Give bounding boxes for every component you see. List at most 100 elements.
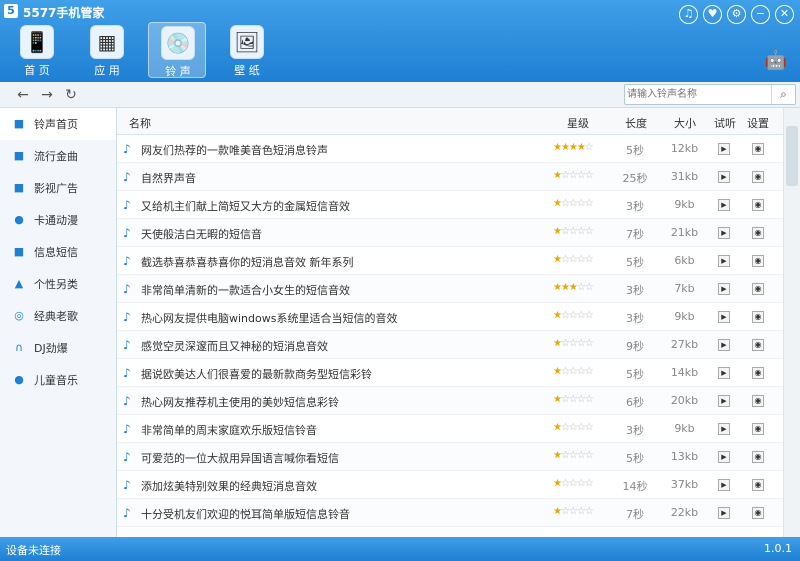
toolbar-item-label: 壁 纸 — [234, 64, 260, 77]
sidebar-item[interactable]: ■ 铃声首页 — [0, 108, 116, 140]
table-row[interactable]: ♪ 热心网友推荐机主使用的美妙短信息彩铃 ★☆☆☆☆ 6秒 20kb ▶ ◉ — [117, 387, 783, 415]
android-icon[interactable]: 🤖 — [762, 50, 790, 74]
settings-icon[interactable]: ⚙ — [727, 5, 746, 24]
set-ringtone-icon[interactable]: ◉ — [752, 367, 764, 379]
table-row[interactable]: ♪ 天使般洁白无暇的短信音 ★☆☆☆☆ 7秒 21kb ▶ ◉ — [117, 219, 783, 247]
table-row[interactable]: ♪ 可爱范的一位大叔用异国语言喊你看短信 ★☆☆☆☆ 5秒 13kb ▶ ◉ — [117, 443, 783, 471]
set-ringtone-icon[interactable]: ◉ — [752, 339, 764, 351]
set-ringtone-icon[interactable]: ◉ — [752, 311, 764, 323]
set-ringtone-icon[interactable]: ◉ — [752, 479, 764, 491]
set-ringtone-icon[interactable]: ◉ — [752, 395, 764, 407]
sidebar-item[interactable]: ∩ DJ劲爆 — [0, 332, 116, 364]
toolbar-item-1[interactable]: ▦ 应 用 — [78, 22, 136, 78]
table-row[interactable]: ♪ 热心网友提供电脑windows系统里适合当短信的音效 ★☆☆☆☆ 3秒 9kb ▶ ◉ — [117, 303, 783, 331]
table-row[interactable]: ♪ 非常简单清新的一款适合小女生的短信音效 ★★★☆☆ 3秒 7kb ▶ ◉ — [117, 275, 783, 303]
play-icon[interactable]: ▶ — [718, 255, 730, 267]
close-icon[interactable]: ✕ — [775, 5, 794, 24]
play-icon[interactable]: ▶ — [718, 451, 730, 463]
header-listen: 试听 — [714, 117, 736, 130]
play-icon[interactable]: ▶ — [718, 339, 730, 351]
play-icon[interactable]: ▶ — [718, 507, 730, 519]
table-row[interactable]: ♪ 截选恭喜恭喜恭喜你的短消息音效 新年系列 ★☆☆☆☆ 5秒 6kb ▶ ◉ — [117, 247, 783, 275]
ringtone-length: 25秒 — [622, 172, 648, 185]
ringtone-name[interactable]: 又给机主们献上简短又大方的金属短信音效 — [141, 198, 541, 214]
toolbar-item-2[interactable]: 💿 铃 声 — [148, 22, 206, 78]
sidebar-item[interactable]: ■ 影视广告 — [0, 172, 116, 204]
sidebar-item[interactable]: ● 儿童音乐 — [0, 364, 116, 396]
ringtone-name[interactable]: 网友们热荐的一款唯美音色短消息铃声 — [141, 142, 541, 158]
set-ringtone-icon[interactable]: ◉ — [752, 423, 764, 435]
ringtone-name[interactable]: 热心网友推荐机主使用的美妙短信息彩铃 — [141, 394, 541, 410]
header-rating[interactable]: 星级 — [567, 115, 589, 131]
set-ringtone-icon[interactable]: ◉ — [752, 143, 764, 155]
search-input[interactable] — [627, 86, 771, 103]
title-bar[interactable]: 5 5577手机管家 ♫ ♥ ⚙ − ✕ — [0, 0, 800, 24]
set-ringtone-icon[interactable]: ◉ — [752, 227, 764, 239]
ringtone-name[interactable]: 非常简单清新的一款适合小女生的短信音效 — [141, 282, 541, 298]
set-ringtone-icon[interactable]: ◉ — [752, 171, 764, 183]
star-rating: ★★★☆☆ — [553, 282, 594, 293]
back-icon[interactable]: ← — [14, 86, 32, 104]
play-icon[interactable]: ▶ — [718, 227, 730, 239]
set-ringtone-icon[interactable]: ◉ — [752, 451, 764, 463]
set-ringtone-icon[interactable]: ◉ — [752, 283, 764, 295]
play-icon[interactable]: ▶ — [718, 171, 730, 183]
ringtone-name[interactable]: 十分受机友们欢迎的悦耳简单版短信息铃音 — [141, 506, 541, 522]
sidebar-item[interactable]: ◎ 经典老歌 — [0, 300, 116, 332]
scroll-thumb[interactable] — [786, 126, 798, 186]
play-icon[interactable]: ▶ — [718, 479, 730, 491]
music-note-icon: ♪ — [123, 478, 131, 492]
ringtone-name[interactable]: 可爱范的一位大叔用异国语言喊你看短信 — [141, 450, 541, 466]
header-size[interactable]: 大小 — [674, 115, 696, 131]
sidebar-item[interactable]: ● 卡通动漫 — [0, 204, 116, 236]
minimize-icon[interactable]: − — [751, 5, 770, 24]
toolbar-item-3[interactable]: 🖼 壁 纸 — [218, 22, 276, 78]
play-icon[interactable]: ▶ — [718, 367, 730, 379]
ringtone-name[interactable]: 添加炫美特别效果的经典短消息音效 — [141, 478, 541, 494]
table-row[interactable]: ♪ 感觉空灵深邃而且又神秘的短消息音效 ★☆☆☆☆ 9秒 27kb ▶ ◉ — [117, 331, 783, 359]
table-row[interactable]: ♪ 十分受机友们欢迎的悦耳简单版短信息铃音 ★☆☆☆☆ 7秒 22kb ▶ ◉ — [117, 499, 783, 527]
play-icon[interactable]: ▶ — [718, 311, 730, 323]
play-icon[interactable]: ▶ — [718, 143, 730, 155]
sidebar-item-label: DJ劲爆 — [34, 342, 68, 355]
ringtone-length: 3秒 — [626, 284, 644, 297]
table-row[interactable]: ♪ 添加炫美特别效果的经典短消息音效 ★☆☆☆☆ 14秒 37kb ▶ ◉ — [117, 471, 783, 499]
table-row[interactable]: ♪ 非常简单的周末家庭欢乐版短信铃音 ★☆☆☆☆ 3秒 9kb ▶ ◉ — [117, 415, 783, 443]
play-icon[interactable]: ▶ — [718, 395, 730, 407]
forward-icon[interactable]: → — [38, 86, 56, 104]
ringtone-name[interactable]: 天使般洁白无暇的短信音 — [141, 226, 541, 242]
sidebar-item[interactable]: ▲ 个性另类 — [0, 268, 116, 300]
sidebar-item[interactable]: ■ 流行金曲 — [0, 140, 116, 172]
table-row[interactable]: ♪ 又给机主们献上简短又大方的金属短信音效 ★☆☆☆☆ 3秒 9kb ▶ ◉ — [117, 191, 783, 219]
ringtone-name[interactable]: 非常简单的周末家庭欢乐版短信铃音 — [141, 422, 541, 438]
ringtone-name[interactable]: 自然界声音 — [141, 170, 541, 186]
toolbar-item-0[interactable]: 📱 首 页 — [8, 22, 66, 78]
header-name[interactable]: 名称 — [129, 115, 151, 131]
header-length[interactable]: 长度 — [625, 115, 647, 131]
play-icon[interactable]: ▶ — [718, 199, 730, 211]
set-ringtone-icon[interactable]: ◉ — [752, 255, 764, 267]
refresh-icon[interactable]: ↻ — [62, 86, 80, 104]
sidebar-item[interactable]: ■ 信息短信 — [0, 236, 116, 268]
music-icon[interactable]: ♫ — [679, 5, 698, 24]
music-note-icon: ♪ — [123, 254, 131, 268]
category-icon: ■ — [13, 181, 25, 194]
ringtone-size: 12kb — [670, 142, 699, 155]
table-row[interactable]: ♪ 网友们热荐的一款唯美音色短消息铃声 ★★★★☆ 5秒 12kb ▶ ◉ — [117, 135, 783, 163]
set-ringtone-icon[interactable]: ◉ — [752, 507, 764, 519]
table-row[interactable]: ♪ 据说欧美达人们很喜爱的最新款商务型短信彩铃 ★☆☆☆☆ 5秒 14kb ▶ ◉ — [117, 359, 783, 387]
scrollbar[interactable] — [783, 108, 800, 537]
play-icon[interactable]: ▶ — [718, 283, 730, 295]
table-row[interactable]: ♪ 自然界声音 ★☆☆☆☆ 25秒 31kb ▶ ◉ — [117, 163, 783, 191]
skin-icon[interactable]: ♥ — [703, 5, 722, 24]
set-ringtone-icon[interactable]: ◉ — [752, 199, 764, 211]
play-icon[interactable]: ▶ — [718, 423, 730, 435]
music-note-icon: ♪ — [123, 198, 131, 212]
search-icon[interactable]: ⌕ — [771, 85, 795, 104]
search-box: ⌕ — [624, 84, 796, 105]
ringtone-size: 6kb — [674, 254, 695, 267]
ringtone-name[interactable]: 截选恭喜恭喜恭喜你的短消息音效 新年系列 — [141, 254, 541, 270]
ringtone-name[interactable]: 感觉空灵深邃而且又神秘的短消息音效 — [141, 338, 541, 354]
ringtone-name[interactable]: 热心网友提供电脑windows系统里适合当短信的音效 — [141, 310, 541, 326]
ringtone-name[interactable]: 据说欧美达人们很喜爱的最新款商务型短信彩铃 — [141, 366, 541, 382]
